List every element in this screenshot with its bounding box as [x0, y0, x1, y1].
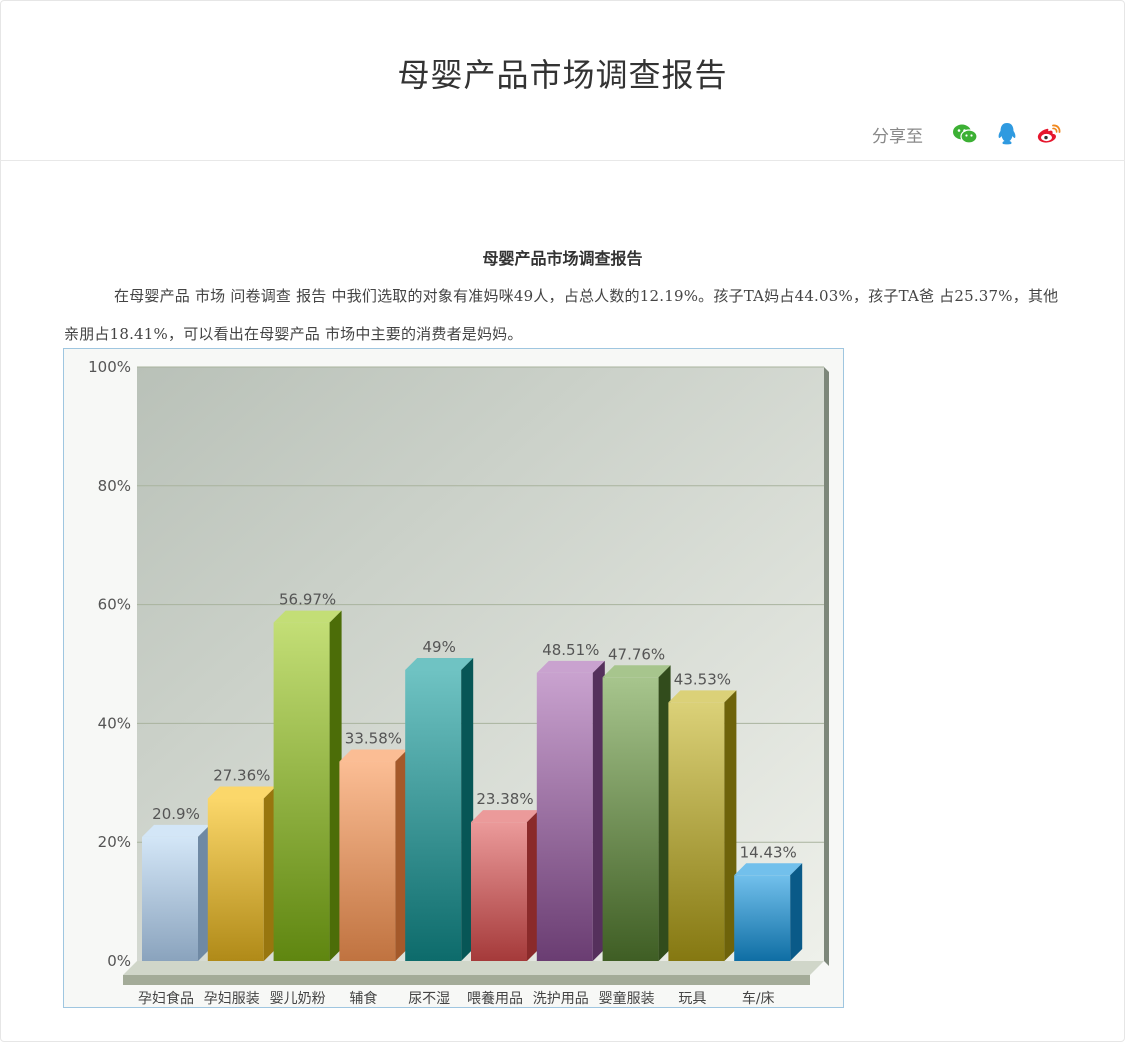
x-tick-label: 车/床: [742, 990, 775, 1007]
wechat-icon[interactable]: [951, 120, 979, 148]
bar: [471, 822, 527, 961]
y-tick-label: 40%: [98, 714, 131, 732]
bar: [405, 669, 462, 961]
bar: [602, 677, 659, 961]
bar-value-label: 27.36%: [213, 766, 270, 784]
bar-value-label: 48.51%: [542, 641, 599, 659]
article-title: 母婴产品市场调查报告: [482, 249, 643, 268]
x-tick-label: 喂養用品: [467, 990, 523, 1007]
y-tick-label: 100%: [88, 358, 131, 376]
bar: [207, 798, 264, 961]
y-tick-label: 80%: [98, 477, 131, 495]
bar: [536, 672, 593, 961]
x-tick-label: 婴童服装: [599, 990, 655, 1007]
bar: [339, 761, 396, 961]
plot-floor-edge: [123, 975, 810, 985]
y-tick-label: 20%: [98, 833, 131, 851]
bar-value-label: 56.97%: [279, 591, 336, 609]
bar-chart-svg: 0% 20% 40% 60% 80% 100% 20.9% 孕妇食品 27.36% 孕妇服装 56.…: [88, 358, 829, 1007]
bar-value-label: 49%: [423, 638, 456, 656]
qq-icon[interactable]: [993, 120, 1021, 148]
bar: [734, 875, 791, 961]
bar-value-label: 33.58%: [345, 730, 402, 748]
x-tick-label: 辅食: [349, 990, 377, 1007]
plot-side-wall: [824, 367, 829, 966]
plot-floor: [123, 961, 824, 975]
share-bar: 分享至: [872, 121, 1063, 147]
x-tick-label: 玩具: [678, 991, 706, 1007]
bar: [142, 836, 198, 961]
bar-value-label: 14.43%: [740, 843, 797, 861]
y-tick-label: 0%: [107, 952, 131, 970]
bar: [273, 622, 330, 961]
bar-side: [790, 863, 803, 961]
x-tick-label: 孕妇食品: [138, 990, 194, 1007]
bar-value-label: 23.38%: [476, 790, 533, 808]
article-body: 在母婴产品 市场 问卷调查 报告 中我们选取的对象有准妈咪49人，占总人数的12…: [64, 287, 1059, 343]
weibo-icon[interactable]: [1035, 120, 1063, 148]
bar: [668, 702, 725, 961]
share-label: 分享至: [872, 126, 923, 146]
bar-value-label: 20.9%: [152, 805, 200, 823]
x-tick-label: 孕妇服装: [204, 990, 260, 1007]
bar-value-label: 43.53%: [674, 670, 731, 688]
page-header: 母婴产品市场调查报告 分享至: [0, 0, 1125, 161]
y-tick-label: 60%: [98, 596, 131, 614]
x-tick-label: 尿不湿: [408, 991, 450, 1007]
x-tick-label: 婴儿奶粉: [270, 991, 326, 1007]
page-title: 母婴产品市场调查报告: [397, 56, 728, 94]
x-tick-label: 洗护用品: [533, 991, 589, 1007]
bar-value-label: 47.76%: [608, 645, 665, 663]
bar-chart: 0% 20% 40% 60% 80% 100% 20.9% 孕妇食品 27.36% 孕妇服装 56.…: [63, 348, 844, 1008]
